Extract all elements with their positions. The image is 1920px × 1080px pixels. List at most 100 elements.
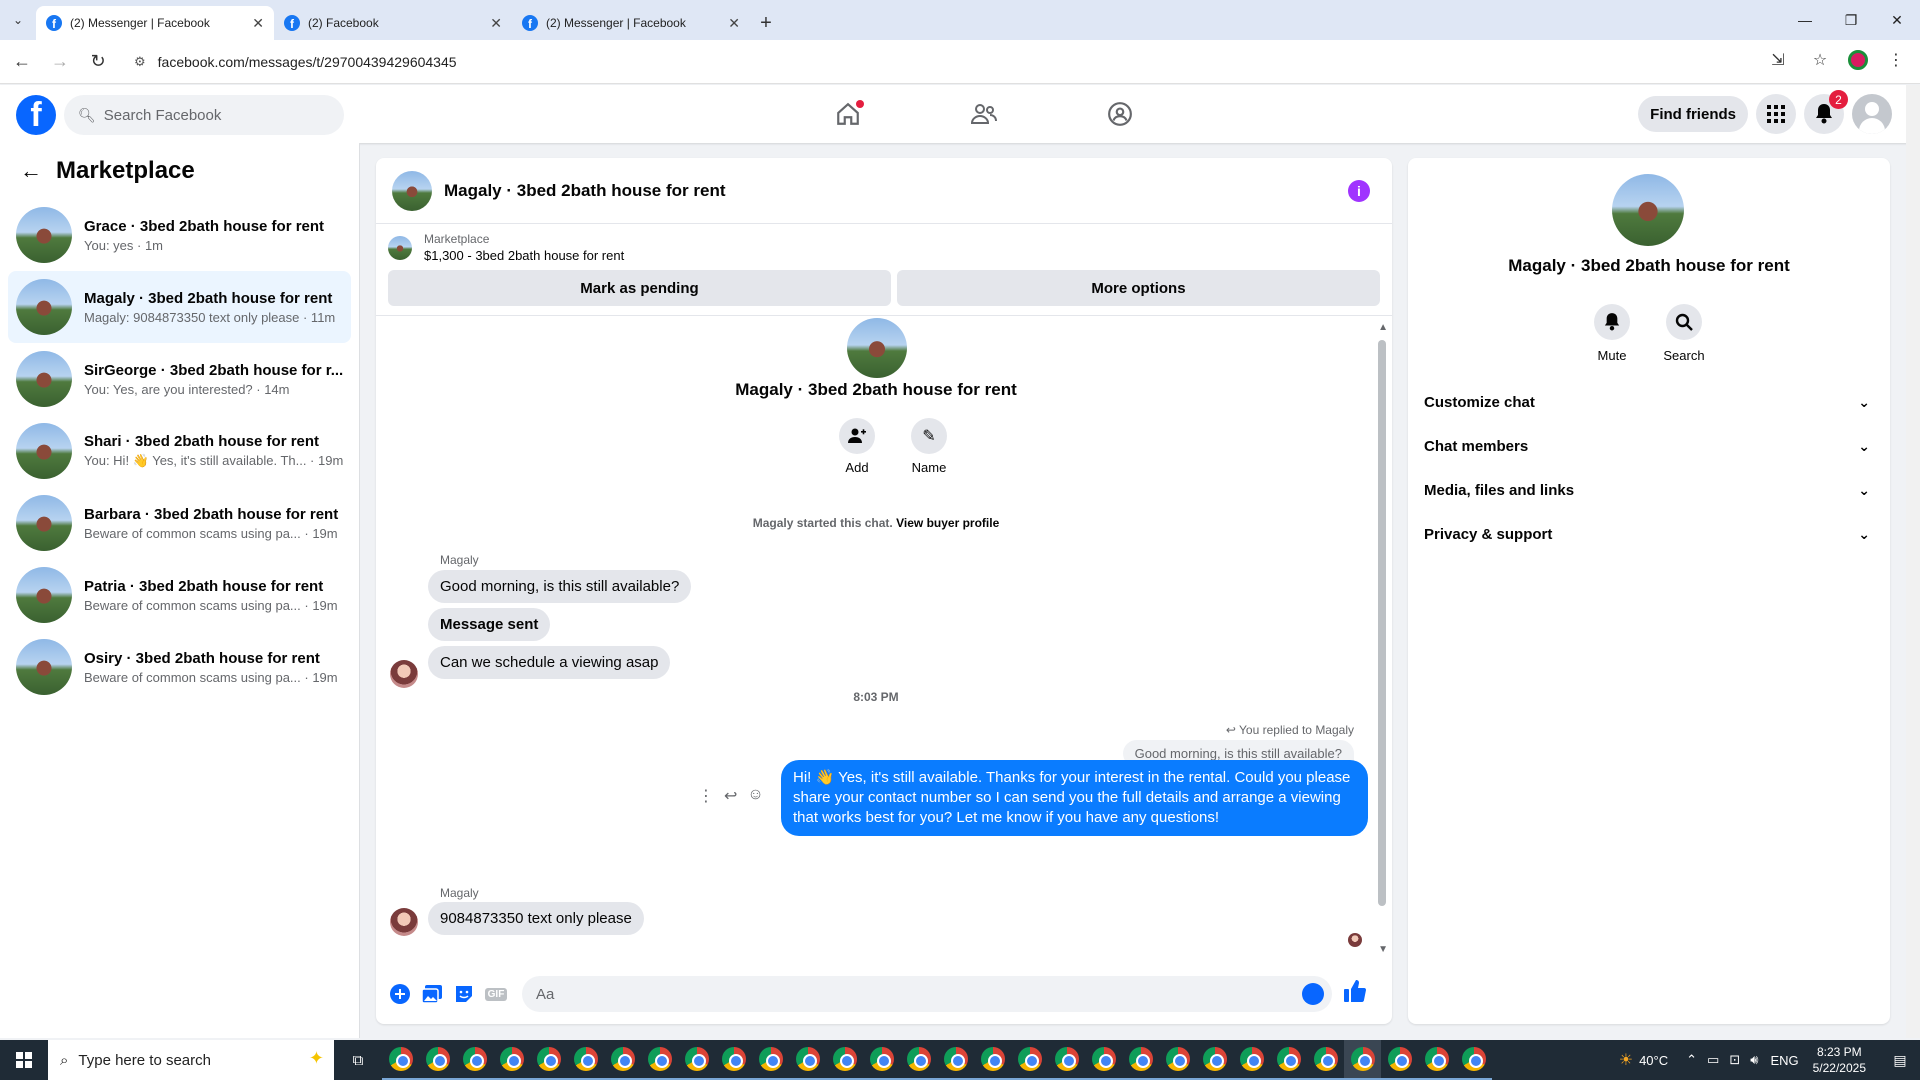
chrome-taskbar-icon[interactable] <box>641 1040 678 1080</box>
chrome-taskbar-icon[interactable] <box>1381 1040 1418 1080</box>
chrome-taskbar-icon[interactable] <box>900 1040 937 1080</box>
chrome-taskbar-icon[interactable] <box>789 1040 826 1080</box>
chrome-taskbar-icon[interactable] <box>1085 1040 1122 1080</box>
media-files-links-section[interactable]: Media, files and links ⌄ <box>1416 468 1882 512</box>
conversation-item[interactable]: Osiry · 3bed 2bath house for rent Beware … <box>8 631 351 703</box>
page-scrollbar[interactable] <box>1906 85 1920 1038</box>
reload-icon[interactable]: ↻ <box>82 46 114 78</box>
chrome-taskbar-icon[interactable] <box>1159 1040 1196 1080</box>
gif-icon[interactable]: GIF <box>480 978 512 1010</box>
name-chat-button[interactable]: ✎ Name <box>899 418 959 475</box>
new-tab-button[interactable]: + <box>750 6 782 40</box>
conversation-item[interactable]: Barbara · 3bed 2bath house for rent Bewar… <box>8 487 351 559</box>
find-friends-button[interactable]: Find friends <box>1638 96 1748 132</box>
emoji-icon[interactable] <box>1302 983 1324 1005</box>
conversation-item[interactable]: Patria · 3bed 2bath house for rent Beware… <box>8 559 351 631</box>
chrome-taskbar-icon[interactable] <box>752 1040 789 1080</box>
clock[interactable]: 8:23 PM 5/22/2025 <box>1813 1044 1866 1076</box>
chat-members-section[interactable]: Chat members ⌄ <box>1416 424 1882 468</box>
chat-listing-avatar[interactable] <box>392 170 432 211</box>
browser-menu-icon[interactable]: ⋮ <box>1882 46 1910 74</box>
facebook-search-input[interactable]: 🔍︎ Search Facebook <box>64 95 344 135</box>
chrome-taskbar-icon[interactable] <box>456 1040 493 1080</box>
chrome-taskbar-icon[interactable] <box>604 1040 641 1080</box>
restore-icon[interactable]: ❐ <box>1828 0 1874 40</box>
language-indicator[interactable]: ENG <box>1770 1053 1798 1068</box>
chrome-taskbar-icon[interactable] <box>1270 1040 1307 1080</box>
incoming-message[interactable]: Message sent <box>428 608 551 641</box>
chrome-taskbar-icon[interactable] <box>974 1040 1011 1080</box>
chrome-taskbar-icon[interactable] <box>493 1040 530 1080</box>
friends-nav-icon[interactable] <box>916 85 1052 143</box>
react-emoji-icon[interactable]: ☺ <box>747 786 763 806</box>
chrome-taskbar-icon[interactable] <box>715 1040 752 1080</box>
bookmark-star-icon[interactable]: ☆ <box>1806 46 1834 74</box>
browser-tab-2[interactable]: f (2) Facebook ✕ <box>274 6 512 40</box>
install-app-icon[interactable]: ⇲ <box>1764 46 1792 74</box>
close-tab-icon[interactable]: ✕ <box>490 15 502 32</box>
photo-icon[interactable] <box>416 978 448 1010</box>
close-tab-icon[interactable]: ✕ <box>252 15 264 32</box>
chrome-taskbar-icon[interactable] <box>678 1040 715 1080</box>
chrome-taskbar-icon[interactable] <box>567 1040 604 1080</box>
incoming-message[interactable]: Good morning, is this still available? <box>428 570 692 603</box>
menu-grid-icon[interactable] <box>1756 94 1796 134</box>
plus-circle-icon[interactable] <box>384 978 416 1010</box>
account-avatar[interactable] <box>1852 94 1892 134</box>
display-icon[interactable]: ▭ <box>1707 1052 1719 1068</box>
start-button[interactable] <box>0 1040 48 1080</box>
chrome-taskbar-icon[interactable] <box>937 1040 974 1080</box>
thumbs-up-icon[interactable] <box>1344 980 1366 1008</box>
browser-tab-3[interactable]: f (2) Messenger | Facebook ✕ <box>512 6 750 40</box>
chrome-taskbar-icon[interactable] <box>1122 1040 1159 1080</box>
listing-price-title[interactable]: $1,300 - 3bed 2bath house for rent <box>424 248 624 263</box>
chrome-taskbar-icon[interactable] <box>1011 1040 1048 1080</box>
chrome-taskbar-icon-active[interactable] <box>1344 1040 1381 1080</box>
notifications-bell-icon[interactable]: 2 <box>1804 90 1848 134</box>
groups-nav-icon[interactable] <box>1052 85 1188 143</box>
reply-icon[interactable]: ↩ <box>724 786 737 806</box>
notification-center-icon[interactable]: ▤ <box>1880 1052 1920 1069</box>
info-icon[interactable]: i <box>1348 180 1370 202</box>
chrome-taskbar-icon[interactable] <box>863 1040 900 1080</box>
chrome-taskbar-icon[interactable] <box>1233 1040 1270 1080</box>
chrome-taskbar-icon[interactable] <box>419 1040 456 1080</box>
conversation-item-active[interactable]: Magaly · 3bed 2bath house for rent Magaly… <box>8 271 351 343</box>
home-nav-icon[interactable] <box>780 85 916 143</box>
chat-title[interactable]: Magaly · 3bed 2bath house for rent <box>444 181 726 201</box>
weather-widget[interactable]: ☀ 40°C <box>1619 1050 1668 1070</box>
chrome-taskbar-icon[interactable] <box>1455 1040 1492 1080</box>
close-window-icon[interactable]: ✕ <box>1874 0 1920 40</box>
site-info-icon[interactable]: ⚙ <box>134 54 146 70</box>
thread-scrollbar[interactable] <box>1378 340 1386 906</box>
taskbar-search-input[interactable]: ⌕ Type here to search ✦ <box>48 1040 334 1080</box>
volume-icon[interactable]: 🔊︎ <box>1750 1052 1758 1068</box>
sticker-icon[interactable] <box>448 978 480 1010</box>
url-field[interactable]: ⚙ facebook.com/messages/t/29700439429604… <box>124 45 1764 78</box>
conversation-item[interactable]: Grace · 3bed 2bath house for rent You: ye… <box>8 199 351 271</box>
back-icon[interactable]: ← <box>6 46 38 78</box>
privacy-support-section[interactable]: Privacy & support ⌄ <box>1416 512 1882 556</box>
chrome-taskbar-icon[interactable] <box>1418 1040 1455 1080</box>
chrome-taskbar-icon[interactable] <box>1196 1040 1233 1080</box>
search-in-chat-button[interactable]: Search <box>1654 304 1714 363</box>
network-icon[interactable]: ⊡ <box>1729 1052 1740 1068</box>
incoming-message[interactable]: Can we schedule a viewing asap <box>428 646 671 679</box>
chrome-taskbar-icon[interactable] <box>382 1040 419 1080</box>
scroll-up-arrow-icon[interactable]: ▲ <box>1378 322 1388 333</box>
more-actions-icon[interactable]: ⋮ <box>698 786 714 806</box>
view-buyer-profile-link[interactable]: View buyer profile <box>896 516 999 530</box>
conversation-item[interactable]: Shari · 3bed 2bath house for rent You: Hi… <box>8 415 351 487</box>
mark-as-pending-button[interactable]: Mark as pending <box>388 270 891 306</box>
outgoing-message[interactable]: Hi! 👋 Yes, it's still available. Thanks … <box>781 760 1368 836</box>
sender-avatar[interactable] <box>390 660 418 688</box>
browser-profile-icon[interactable] <box>1848 50 1868 70</box>
facebook-logo-icon[interactable]: f <box>16 95 56 135</box>
tab-search-menu[interactable]: ⌄ <box>0 0 36 40</box>
forward-icon[interactable]: → <box>44 46 76 78</box>
task-view-icon[interactable]: ⧉ <box>334 1052 382 1069</box>
chrome-taskbar-icon[interactable] <box>1048 1040 1085 1080</box>
customize-chat-section[interactable]: Customize chat ⌄ <box>1416 380 1882 424</box>
sender-avatar[interactable] <box>390 908 418 936</box>
more-options-button[interactable]: More options <box>896 270 1380 306</box>
